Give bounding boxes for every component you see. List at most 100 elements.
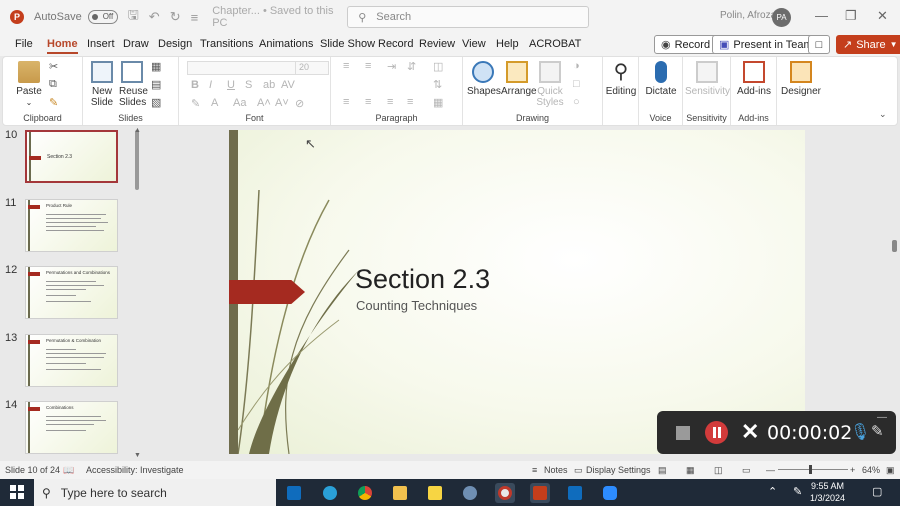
windows-start-icon[interactable]: [10, 485, 24, 499]
shadow-icon[interactable]: ab: [263, 79, 275, 91]
slide-thumbnail-14[interactable]: Combinations: [25, 401, 118, 454]
zoom-in-icon[interactable]: +: [850, 465, 855, 475]
shape-effects-icon[interactable]: ○: [573, 96, 580, 108]
bold-icon[interactable]: B: [191, 79, 199, 91]
screen-recorder-icon[interactable]: [495, 483, 515, 503]
current-slide[interactable]: Section 2.3 Counting Techniques: [229, 130, 805, 454]
spelling-icon[interactable]: 📖: [63, 465, 74, 476]
align-left-icon[interactable]: ≡: [343, 96, 349, 108]
slide-show-icon[interactable]: ▭: [742, 465, 751, 476]
shapes-button[interactable]: Shapes: [467, 61, 501, 97]
edge-icon[interactable]: [320, 483, 340, 503]
autosave-toggle[interactable]: Off: [87, 10, 118, 24]
indent-icon[interactable]: ⇥: [387, 60, 396, 73]
font-name-select[interactable]: [187, 61, 297, 75]
tab-help[interactable]: Help: [496, 38, 519, 50]
undo-icon[interactable]: ↶: [149, 9, 160, 25]
redo-icon[interactable]: ↻: [170, 9, 181, 25]
notifications-icon[interactable]: ▢: [872, 485, 882, 498]
font-size-select[interactable]: 20: [295, 61, 329, 75]
tab-draw[interactable]: Draw: [123, 38, 149, 50]
char-spacing-icon[interactable]: AV: [281, 79, 295, 91]
tab-insert[interactable]: Insert: [87, 38, 115, 50]
document-title[interactable]: Chapter... • Saved to this PC: [212, 5, 347, 29]
comments-button[interactable]: □: [808, 35, 830, 54]
slide-thumbnail-11[interactable]: Product Rule: [25, 199, 118, 252]
copy-icon[interactable]: ⧉: [49, 78, 57, 91]
tab-record[interactable]: Record: [378, 38, 413, 50]
close-icon[interactable]: ✕: [877, 8, 888, 24]
smartart-icon[interactable]: ▦: [433, 96, 443, 109]
text-direction-icon[interactable]: ⇅: [433, 78, 442, 91]
cancel-icon[interactable]: ✕: [741, 419, 759, 445]
system-clock[interactable]: 9:55 AM 1/3/2024: [810, 480, 845, 504]
user-name[interactable]: Polin, Afroza: [720, 10, 776, 21]
zoom-slider-handle[interactable]: [809, 465, 812, 474]
slide-thumbnail-12[interactable]: Permutations and Combinations: [25, 266, 118, 319]
numbering-icon[interactable]: ≡: [365, 60, 371, 72]
tab-review[interactable]: Review: [419, 38, 455, 50]
layout-icon[interactable]: ▦: [151, 60, 161, 73]
accessibility-status[interactable]: Accessibility: Investigate: [86, 465, 184, 475]
scroll-down-icon[interactable]: ▼: [134, 452, 141, 459]
r-icon[interactable]: [460, 483, 480, 503]
zoom-level[interactable]: 64%: [862, 465, 880, 475]
taskbar-search-input[interactable]: ⚲ Type here to search: [34, 479, 276, 506]
underline-icon[interactable]: U: [227, 79, 235, 91]
increase-font-icon[interactable]: A˄: [257, 97, 271, 109]
section-icon[interactable]: ▧: [151, 96, 161, 109]
zoom-icon[interactable]: [600, 483, 620, 503]
arrange-button[interactable]: Arrange: [501, 61, 537, 97]
shape-outline-icon[interactable]: □: [573, 78, 580, 90]
format-painter-icon[interactable]: ✎: [49, 96, 58, 109]
tab-slide-show[interactable]: Slide Show: [320, 38, 375, 50]
display-settings-button[interactable]: Display Settings: [586, 465, 651, 475]
clear-format-icon[interactable]: ⊘: [295, 97, 304, 110]
display-settings-icon[interactable]: ▭: [574, 465, 583, 476]
record-button[interactable]: ◉ Record: [654, 35, 718, 54]
pen-icon[interactable]: ✎: [871, 422, 884, 440]
chrome-icon[interactable]: [355, 483, 375, 503]
outlook-icon[interactable]: [284, 483, 304, 503]
change-case-icon[interactable]: Aa: [233, 97, 246, 109]
tab-animations[interactable]: Animations: [259, 38, 313, 50]
quick-styles-button[interactable]: Quick Styles: [535, 61, 565, 108]
slide-thumbnail-13[interactable]: Permutation & Combination: [25, 334, 118, 387]
line-spacing-icon[interactable]: ⇵: [407, 60, 416, 73]
designer-button[interactable]: Designer: [779, 61, 823, 97]
justify-icon[interactable]: ≡: [407, 96, 413, 108]
slide-sorter-icon[interactable]: ▦: [686, 465, 695, 476]
file-explorer-icon[interactable]: [390, 483, 410, 503]
slide-title[interactable]: Section 2.3: [355, 264, 490, 295]
restore-icon[interactable]: ❐: [845, 8, 857, 24]
dictate-button[interactable]: Dictate: [643, 61, 679, 97]
tab-design[interactable]: Design: [158, 38, 192, 50]
notes-icon[interactable]: ≡: [532, 465, 537, 475]
collapse-ribbon-icon[interactable]: ⌄: [879, 109, 887, 120]
avatar[interactable]: PA: [772, 8, 791, 27]
scroll-up-icon[interactable]: ▲: [134, 127, 141, 134]
minimize-icon[interactable]: —: [815, 8, 828, 23]
notes-button[interactable]: Notes: [544, 465, 568, 475]
sensitivity-button[interactable]: Sensitivity: [685, 61, 730, 97]
cut-icon[interactable]: ✂: [49, 60, 58, 73]
search-input[interactable]: ⚲ Search: [347, 6, 590, 28]
reuse-slides-button[interactable]: Reuse Slides: [119, 61, 148, 108]
add-ins-button[interactable]: Add-ins: [734, 61, 774, 97]
pen-workspace-icon[interactable]: ✎: [793, 485, 802, 498]
slide-thumbnail-10[interactable]: Section 2.3: [25, 130, 118, 183]
zoom-slider[interactable]: [778, 469, 848, 470]
tab-file[interactable]: File: [15, 38, 33, 50]
sticky-notes-icon[interactable]: [425, 483, 445, 503]
shape-fill-icon[interactable]: ◑: [573, 60, 580, 72]
font-color-icon[interactable]: A: [211, 97, 218, 109]
new-slide-button[interactable]: New Slide: [86, 61, 118, 108]
mail-icon[interactable]: [565, 483, 585, 503]
tab-acrobat[interactable]: ACROBAT: [529, 38, 581, 50]
tab-transitions[interactable]: Transitions: [200, 38, 253, 50]
editing-button[interactable]: ⚲ Editing: [605, 61, 637, 97]
reset-icon[interactable]: ▤: [151, 78, 161, 91]
powerpoint-icon[interactable]: [530, 483, 550, 503]
chevron-up-icon[interactable]: ⌃: [768, 485, 777, 498]
tab-view[interactable]: View: [462, 38, 486, 50]
